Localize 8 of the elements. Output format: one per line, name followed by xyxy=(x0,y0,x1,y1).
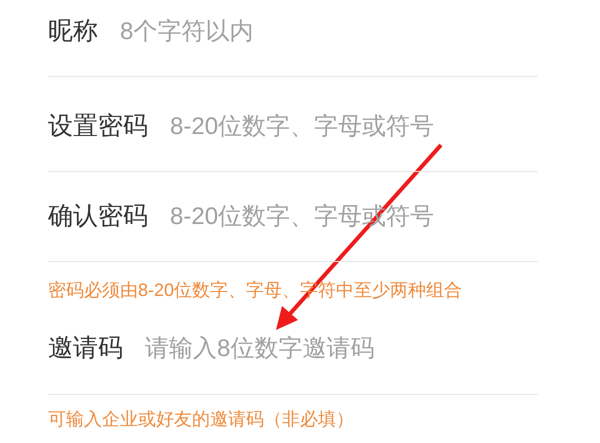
field-label: 确认密码 xyxy=(48,200,148,232)
hint-text: 可输入企业或好友的邀请码（非必填） xyxy=(48,408,354,430)
input-field[interactable]: 8-20位数字、字母或符号 xyxy=(170,108,538,144)
field-label: 设置密码 xyxy=(48,110,148,142)
input-field[interactable]: 8个字符以内 xyxy=(120,14,538,50)
field-label: 邀请码 xyxy=(48,333,123,364)
field-label: 昵称 xyxy=(48,16,98,47)
input-field[interactable]: 请输入8位数字邀请码 xyxy=(145,331,538,367)
